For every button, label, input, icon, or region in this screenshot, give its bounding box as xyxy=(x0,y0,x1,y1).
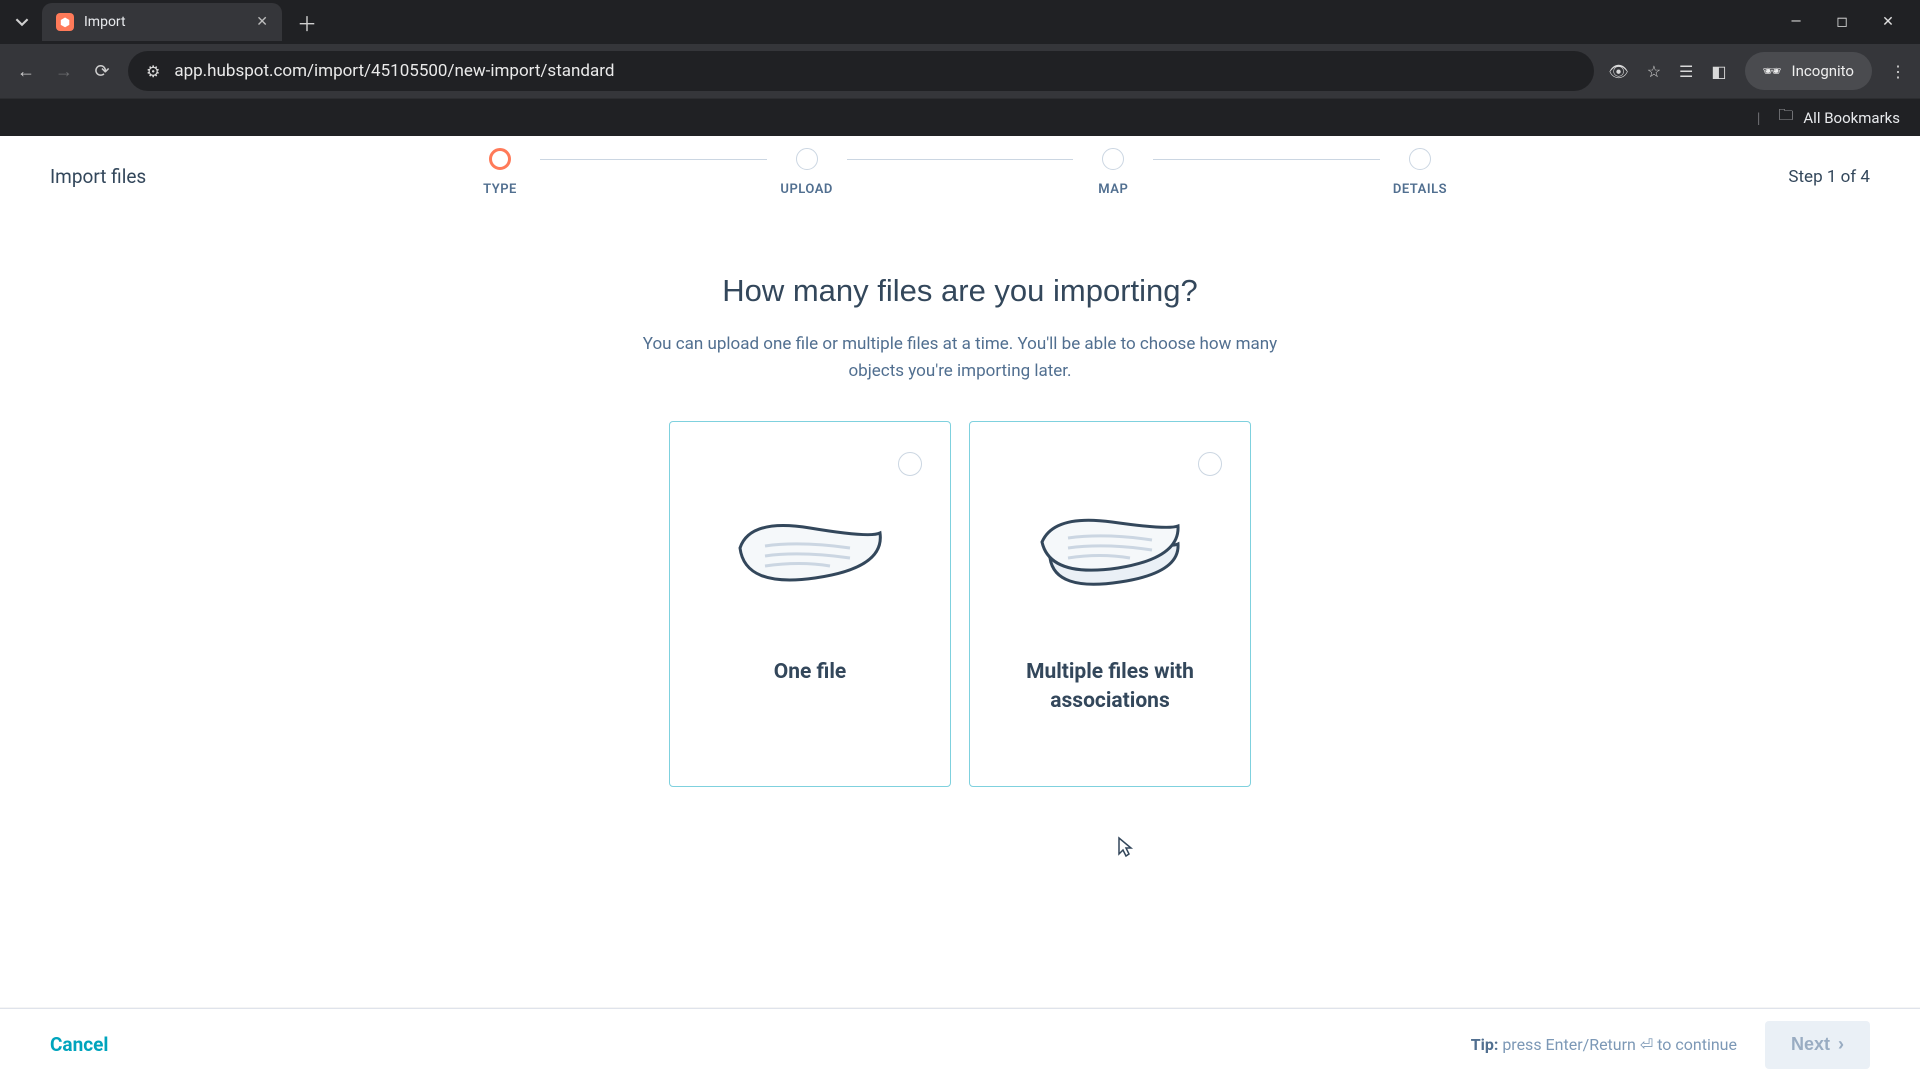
minimize-button[interactable]: ― xyxy=(1786,14,1806,30)
step-label: MAP xyxy=(1098,182,1128,197)
tab-strip: ⬢ Import ✕ ＋ ― ◻ ✕ xyxy=(0,0,1920,44)
footer-bar: Cancel Tip: press Enter/Return ⏎ to cont… xyxy=(0,1008,1920,1080)
tab-close-icon[interactable]: ✕ xyxy=(256,14,268,30)
back-button[interactable]: ← xyxy=(14,61,38,82)
page-content: Import files Step 1 of 4 TYPE UPLOAD MAP xyxy=(0,136,1920,1008)
multiple-files-illustration xyxy=(970,448,1250,648)
browser-toolbar: ← → ⟳ ⚙ app.hubspot.com/import/45105500/… xyxy=(0,44,1920,98)
next-label: Next xyxy=(1791,1034,1830,1055)
tip-body: press Enter/Return ⏎ to continue xyxy=(1502,1035,1737,1054)
question-subtext: You can upload one file or multiple file… xyxy=(620,331,1300,385)
window-controls: ― ◻ ✕ xyxy=(1786,14,1912,30)
hubspot-favicon: ⬢ xyxy=(56,13,74,31)
tracking-protection-icon[interactable]: 👁 xyxy=(1608,62,1628,81)
content-area: How many files are you importing? You ca… xyxy=(0,218,1920,787)
all-bookmarks-folder-icon[interactable]: 🗀 xyxy=(1778,105,1793,130)
all-bookmarks-label[interactable]: All Bookmarks xyxy=(1803,109,1900,127)
new-tab-button[interactable]: ＋ xyxy=(292,7,322,37)
side-panel-icon[interactable]: ◧ xyxy=(1711,62,1726,81)
step-circle-icon xyxy=(489,148,511,170)
cancel-button[interactable]: Cancel xyxy=(50,1033,108,1056)
card-one-file[interactable]: One file xyxy=(669,421,951,787)
bookmark-star-icon[interactable]: ☆ xyxy=(1647,62,1661,81)
step-map[interactable]: MAP xyxy=(1073,148,1153,197)
step-label: TYPE xyxy=(483,182,517,197)
forward-button[interactable]: → xyxy=(52,61,76,82)
option-cards: One file Multiple files with association… xyxy=(0,421,1920,787)
incognito-icon: 🕶 xyxy=(1763,62,1782,80)
one-file-illustration xyxy=(670,448,950,648)
page-title: Import files xyxy=(50,165,146,188)
close-window-button[interactable]: ✕ xyxy=(1878,14,1898,30)
maximize-button[interactable]: ◻ xyxy=(1832,14,1852,30)
card-multiple-files[interactable]: Multiple files with associations xyxy=(969,421,1251,787)
site-settings-icon[interactable]: ⚙ xyxy=(146,62,160,81)
progress-stepper: TYPE UPLOAD MAP DETAILS xyxy=(460,148,1460,197)
card-label: Multiple files with associations xyxy=(970,658,1250,715)
tab-title: Import xyxy=(84,14,126,30)
chevron-right-icon: › xyxy=(1838,1034,1844,1055)
step-circle-icon xyxy=(796,148,818,170)
incognito-indicator[interactable]: 🕶 Incognito xyxy=(1745,52,1873,90)
step-type[interactable]: TYPE xyxy=(460,148,540,197)
stepper-bar: Import files Step 1 of 4 TYPE UPLOAD MAP xyxy=(0,136,1920,218)
reading-list-icon[interactable]: ☰ xyxy=(1679,62,1693,81)
tab-search-button[interactable] xyxy=(8,8,36,36)
bookmarks-divider: | xyxy=(1757,109,1761,127)
tip-prefix: Tip: xyxy=(1471,1035,1499,1054)
step-counter: Step 1 of 4 xyxy=(1788,167,1870,187)
step-label: DETAILS xyxy=(1393,182,1447,197)
card-label: One file xyxy=(754,658,867,686)
step-details[interactable]: DETAILS xyxy=(1380,148,1460,197)
tab-import[interactable]: ⬢ Import ✕ xyxy=(42,3,282,41)
bookmarks-bar: | 🗀 All Bookmarks xyxy=(0,98,1920,136)
tip-text: Tip: press Enter/Return ⏎ to continue xyxy=(1471,1035,1737,1054)
url-text: app.hubspot.com/import/45105500/new-impo… xyxy=(174,61,614,81)
browser-chrome: ⬢ Import ✕ ＋ ― ◻ ✕ ← → ⟳ ⚙ app.hubspot.c… xyxy=(0,0,1920,136)
step-circle-icon xyxy=(1102,148,1124,170)
cursor-icon xyxy=(1115,836,1135,856)
step-circle-icon xyxy=(1409,148,1431,170)
next-button[interactable]: Next › xyxy=(1765,1021,1870,1069)
step-upload[interactable]: UPLOAD xyxy=(767,148,847,197)
step-label: UPLOAD xyxy=(780,182,832,197)
question-heading: How many files are you importing? xyxy=(0,273,1920,309)
browser-menu-icon[interactable]: ⋮ xyxy=(1890,62,1906,81)
address-bar[interactable]: ⚙ app.hubspot.com/import/45105500/new-im… xyxy=(128,51,1594,91)
incognito-label: Incognito xyxy=(1792,62,1854,80)
reload-button[interactable]: ⟳ xyxy=(90,61,114,82)
